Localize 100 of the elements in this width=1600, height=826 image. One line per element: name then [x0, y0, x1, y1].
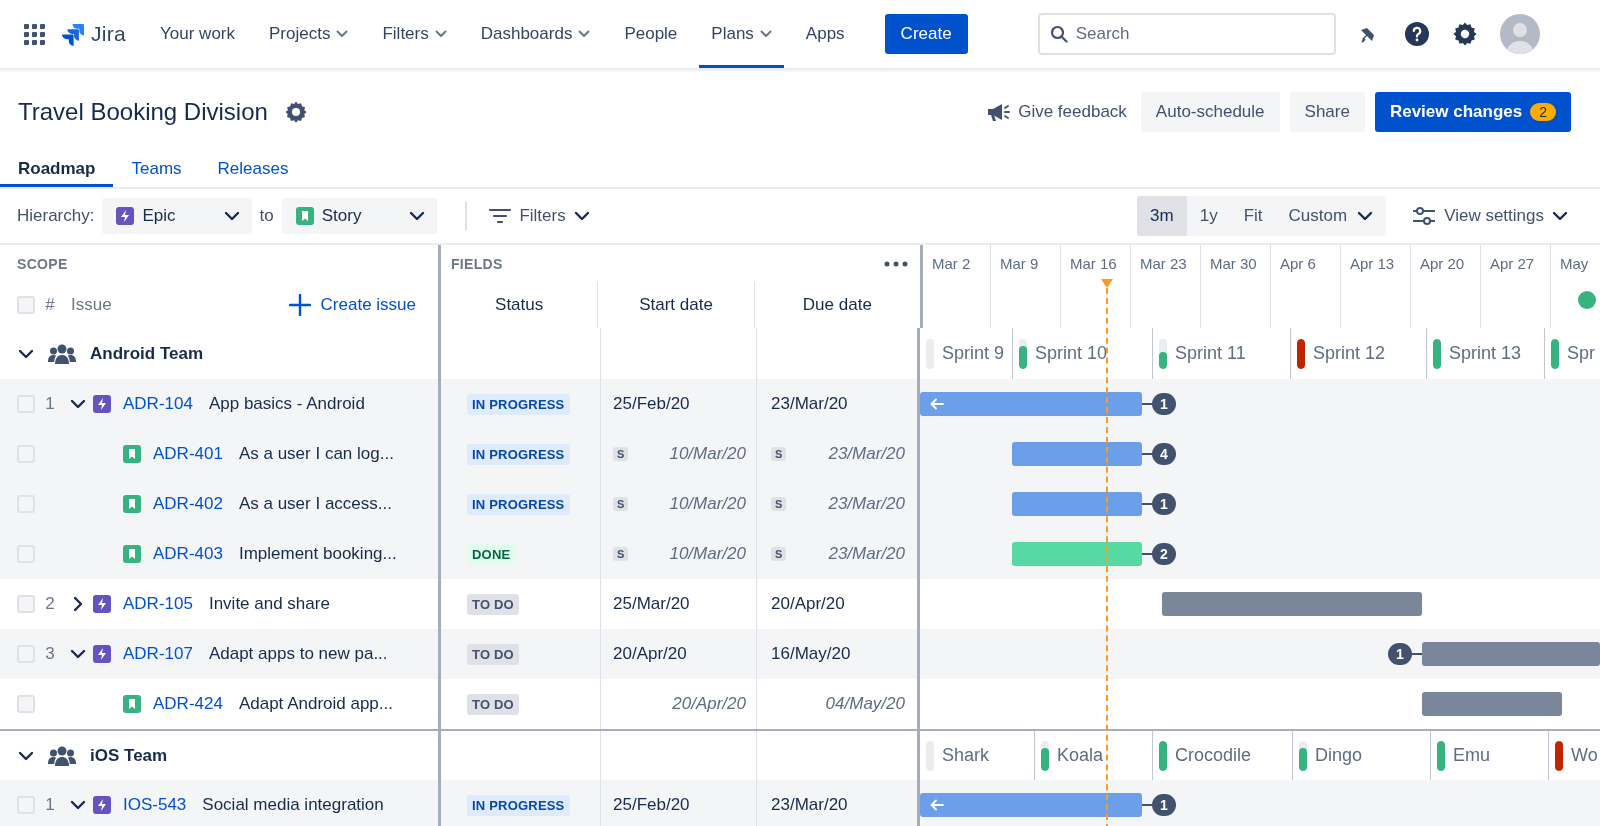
issue-summary: Social media integration — [202, 795, 384, 815]
caret-icon[interactable] — [573, 211, 590, 221]
story-icon — [123, 495, 141, 513]
date-text: 23/Mar/20 — [828, 544, 905, 564]
status-lozenge: TO DO — [467, 693, 519, 715]
week-label: Apr 27 — [1490, 255, 1535, 272]
timeline-bar[interactable] — [1422, 642, 1600, 666]
issue-key-link[interactable]: ADR-401 — [153, 444, 223, 464]
status-lozenge: IN PROGRESS — [467, 493, 570, 515]
nav-menu-item[interactable]: Plans — [699, 0, 784, 68]
range-option[interactable]: 3m — [1137, 196, 1187, 236]
select-all-checkbox[interactable] — [17, 296, 35, 314]
sprint-name: Shark — [942, 745, 990, 766]
timeline-bar[interactable] — [920, 793, 1142, 817]
primary-button[interactable]: Review changes 2 — [1374, 92, 1571, 132]
issue-key-link[interactable]: ADR-424 — [153, 694, 223, 714]
more-icon[interactable] — [884, 260, 908, 267]
row-checkbox[interactable] — [17, 595, 35, 613]
issue-key-link[interactable]: ADR-107 — [123, 644, 193, 664]
nav-menu-item[interactable]: Apps — [793, 0, 857, 68]
tab[interactable]: Roadmap — [0, 154, 114, 187]
issue-key-link[interactable]: ADR-402 — [153, 494, 223, 514]
app-grid-icon[interactable] — [24, 23, 45, 45]
status-lozenge: IN PROGRESS — [467, 443, 570, 465]
timeline-bar[interactable] — [920, 392, 1142, 416]
tab[interactable]: Teams — [113, 154, 200, 187]
issue-row[interactable]: 3 ADR-107 Adapt apps to new pa... TO DO 20/Apr/20 16/May/20 1 — [0, 629, 1600, 679]
row-number: 1 — [44, 394, 56, 414]
caret-icon[interactable] — [1357, 211, 1374, 221]
issue-key-link[interactable]: IOS-543 — [123, 795, 187, 815]
date-text: 10/Mar/20 — [669, 494, 746, 514]
caret-icon[interactable] — [1552, 211, 1568, 221]
nav-menu-item[interactable]: People — [612, 0, 690, 68]
search-input[interactable]: Search — [1075, 19, 1316, 49]
issue-key-link[interactable]: ADR-104 — [123, 394, 193, 414]
nav-menu-item[interactable]: Dashboards — [468, 0, 603, 68]
issue-summary: Adapt apps to new pa... — [208, 644, 388, 664]
timeline-bar[interactable] — [1012, 542, 1142, 566]
issue-row[interactable]: 1 IOS-543 Social media integration IN PROGRESS 25/Feb/20 23/Mar/20 1 — [0, 780, 1600, 826]
date-text: 04/May/20 — [825, 694, 905, 714]
sprint-name: Sprint 10 — [1035, 343, 1108, 364]
range-option[interactable]: Custom — [1275, 196, 1387, 236]
issue-row[interactable]: ADR-403 Implement booking... DONE S 10/Mar/20 S 23/Mar/20 2 — [0, 529, 1600, 579]
issue-key-link[interactable]: ADR-105 — [123, 594, 193, 614]
range-option[interactable]: Fit — [1230, 196, 1276, 236]
issue-row[interactable]: 1 ADR-104 App basics - Android IN PROGRESS 25/Feb/20 23/Mar/20 1 — [0, 379, 1600, 429]
timeline-bar[interactable] — [1012, 442, 1142, 466]
week-label: Apr 13 — [1350, 255, 1395, 272]
settings-icon[interactable] — [1451, 21, 1478, 47]
megaphone-icon — [986, 102, 1011, 122]
range-option[interactable]: 1y — [1186, 196, 1231, 236]
row-checkbox[interactable] — [17, 695, 35, 713]
issue-row[interactable]: ADR-402 As a user I access... IN PROGRESS S 10/Mar/20 S 23/Mar/20 1 — [0, 479, 1600, 529]
team-icon — [48, 342, 76, 365]
epic-icon — [93, 645, 111, 663]
nav-menu-item[interactable]: Projects — [257, 0, 361, 68]
team-name: iOS Team — [90, 745, 168, 766]
avatar-icon[interactable] — [1499, 14, 1540, 54]
create-issue-button[interactable]: Create issue — [288, 294, 416, 316]
date-text: 10/Mar/20 — [669, 444, 746, 464]
hierarchy-dropdown[interactable]: Story — [281, 198, 438, 234]
timeline-bar[interactable] — [1422, 692, 1562, 716]
secondary-button[interactable]: Share — [1289, 92, 1365, 132]
week-label: Mar 16 — [1070, 255, 1117, 272]
search-icon — [1049, 25, 1068, 43]
caret-icon — [409, 211, 426, 221]
row-number: 3 — [44, 644, 56, 664]
date-text: 20/Apr/20 — [672, 694, 746, 714]
view-settings-button[interactable]: View settings — [1408, 198, 1572, 234]
feedback-button[interactable]: Give feedback — [982, 92, 1131, 132]
help-icon[interactable] — [1403, 21, 1430, 47]
filters-button[interactable]: Filters — [485, 198, 594, 234]
settings-icon[interactable] — [283, 100, 308, 124]
create-button[interactable]: Create — [884, 14, 968, 54]
team-icon — [48, 744, 76, 767]
jira-logo[interactable]: Jira — [61, 22, 127, 46]
story-icon — [295, 207, 314, 225]
team-name: Android Team — [90, 343, 204, 364]
filter-icon — [489, 208, 512, 224]
section-heading: FIELDS — [451, 255, 503, 272]
tab[interactable]: Releases — [199, 154, 307, 187]
secondary-button[interactable]: Auto-schedule — [1140, 92, 1280, 132]
date-text: 25/Feb/20 — [613, 394, 690, 414]
issue-key-link[interactable]: ADR-403 — [153, 544, 223, 564]
timeline-bar[interactable] — [1162, 592, 1422, 616]
issue-row[interactable]: ADR-401 As a user I can log... IN PROGRESS S 10/Mar/20 S 23/Mar/20 4 — [0, 429, 1600, 479]
issue-row[interactable]: ADR-424 Adapt Android app... TO DO 20/Apr/20 04/May/20 — [0, 679, 1600, 729]
epic-icon — [116, 207, 135, 225]
nav-menu-item[interactable]: Filters — [370, 0, 459, 68]
section-heading: SCOPE — [17, 255, 68, 272]
today-marker-icon — [1101, 279, 1113, 288]
week-label: May — [1560, 255, 1589, 272]
sprint-tag: S — [613, 497, 629, 511]
hierarchy-dropdown[interactable]: Epic — [102, 198, 252, 234]
timeline-bar[interactable] — [1012, 492, 1142, 516]
epic-icon — [93, 595, 111, 613]
sprint-tag: S — [613, 447, 629, 461]
epic-icon — [93, 395, 111, 413]
nav-menu-item[interactable]: Your work — [148, 0, 247, 68]
search-field[interactable]: Search — [1037, 13, 1336, 55]
